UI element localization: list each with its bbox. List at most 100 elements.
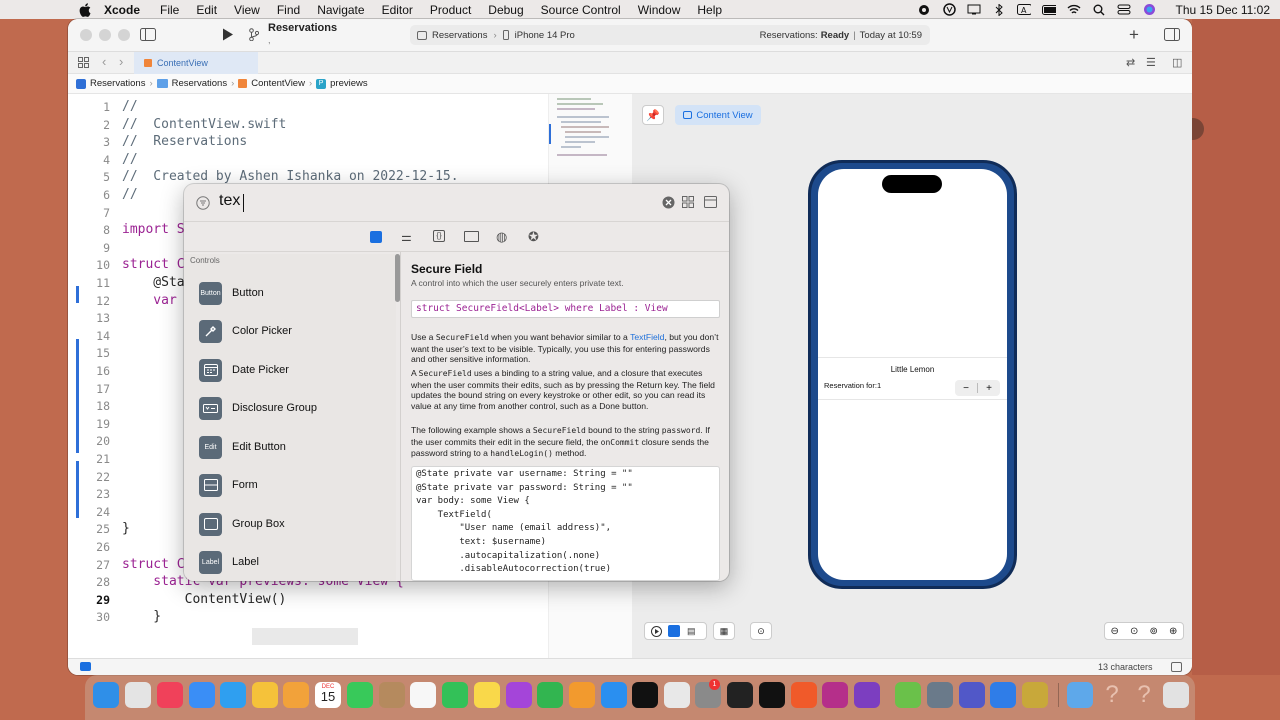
battery-icon[interactable] <box>1042 4 1057 15</box>
code-line[interactable]: } <box>122 609 161 624</box>
library-list[interactable]: Controls Button Button Color Picker Date … <box>184 254 400 581</box>
terminal-icon[interactable] <box>727 682 753 708</box>
code-line[interactable]: import S <box>122 222 185 237</box>
grid-view-icon[interactable] <box>682 196 694 211</box>
notes-icon[interactable] <box>474 682 500 708</box>
trash-icon[interactable] <box>1163 682 1189 708</box>
variants-button[interactable]: ▦ <box>713 622 735 640</box>
xcode-icon[interactable] <box>990 682 1016 708</box>
play-icon[interactable] <box>651 626 662 640</box>
list-item[interactable]: Edit Edit Button <box>199 434 286 460</box>
code-line[interactable]: // Created by Ashen Ishanka on 2022-12-1… <box>122 169 459 184</box>
tv-icon[interactable] <box>632 682 658 708</box>
visual-studio-icon[interactable] <box>854 682 880 708</box>
preview-selector[interactable]: Content View <box>675 105 761 125</box>
add-icon[interactable]: + <box>1129 25 1139 45</box>
bluetooth-icon[interactable] <box>992 3 1006 16</box>
menu-editor[interactable]: Editor <box>382 3 413 17</box>
editor-options-icon[interactable]: ☰ <box>1146 56 1156 69</box>
swap-icon[interactable]: ⇄ <box>1126 56 1135 69</box>
code-line[interactable]: } <box>122 521 130 536</box>
back-icon[interactable]: ‹ <box>102 54 106 69</box>
code-line[interactable]: struct C <box>122 257 185 272</box>
reminders-icon[interactable] <box>410 682 436 708</box>
help-icon[interactable]: ? <box>1099 682 1125 708</box>
menu-clock[interactable]: Thu 15 Dec 11:02 <box>1175 3 1270 17</box>
wifi-icon[interactable] <box>1067 4 1081 15</box>
device-settings-button[interactable]: ⊙ <box>750 622 772 640</box>
list-item[interactable]: Date Picker <box>199 357 289 383</box>
zoom-out-icon[interactable]: ⊖ <box>1111 626 1119 637</box>
debug-area-toggle-icon[interactable] <box>80 662 91 671</box>
destination-device[interactable]: iPhone 14 Pro <box>515 30 575 41</box>
breadcrumb-project[interactable]: Reservations <box>90 78 145 89</box>
clear-search-icon[interactable] <box>662 196 675 212</box>
control-center-icon[interactable] <box>1117 4 1131 15</box>
close-window-button[interactable] <box>80 29 92 41</box>
launchpad-icon[interactable] <box>125 682 151 708</box>
photos-icon[interactable] <box>283 682 309 708</box>
code-line[interactable]: // <box>122 99 138 114</box>
menu-edit[interactable]: Edit <box>196 3 217 17</box>
minimize-window-button[interactable] <box>99 29 111 41</box>
selectable-mode-icon[interactable] <box>668 625 680 637</box>
finder-icon[interactable] <box>93 682 119 708</box>
menu-navigate[interactable]: Navigate <box>317 3 364 17</box>
iterm-icon[interactable] <box>759 682 785 708</box>
list-item[interactable]: Disclosure Group <box>199 395 317 421</box>
images-tab-icon[interactable] <box>464 231 479 242</box>
stepper-minus-button[interactable]: − <box>955 383 977 394</box>
library-search-input[interactable]: tex <box>219 192 240 210</box>
menu-window[interactable]: Window <box>638 3 681 17</box>
pages-icon[interactable] <box>569 682 595 708</box>
zoom-in-icon[interactable]: ⊕ <box>1169 626 1177 637</box>
folder-icon[interactable] <box>1067 682 1093 708</box>
destination-scheme[interactable]: Reservations <box>432 30 487 41</box>
help-icon[interactable]: ? <box>1131 682 1157 708</box>
numbers-icon[interactable] <box>537 682 563 708</box>
calendar-icon[interactable]: DEC 15 <box>315 682 341 708</box>
code-line[interactable]: ContentView() <box>122 592 287 607</box>
code-line[interactable]: } <box>122 504 193 519</box>
record-icon[interactable] <box>917 4 931 15</box>
device-settings-icon[interactable]: ▤ <box>687 626 696 637</box>
code-line[interactable]: // <box>122 152 138 167</box>
inspector-toggle-icon[interactable] <box>1164 28 1180 44</box>
stepper-plus-button[interactable]: + <box>978 383 1000 394</box>
safari-icon[interactable] <box>220 682 246 708</box>
code-line[interactable]: // Reservations <box>122 134 247 149</box>
siri-icon[interactable] <box>1142 4 1156 15</box>
display-icon[interactable] <box>967 4 981 15</box>
pineapple-icon[interactable] <box>1022 682 1048 708</box>
menu-app-name[interactable]: Xcode <box>104 3 140 17</box>
zoom-100-icon[interactable]: ⊚ <box>1150 626 1158 637</box>
search-icon[interactable] <box>1092 4 1106 15</box>
zoom-window-button[interactable] <box>118 29 130 41</box>
contacts-icon[interactable] <box>379 682 405 708</box>
list-item[interactable]: Button Button <box>199 280 264 306</box>
scheme-title[interactable]: Reservations <box>268 22 337 34</box>
split-editor-icon[interactable]: ◫ <box>1172 56 1182 69</box>
related-items-icon[interactable] <box>78 57 89 71</box>
detail-view-icon[interactable] <box>704 196 717 211</box>
podcasts-icon[interactable] <box>506 682 532 708</box>
breadcrumb-symbol[interactable]: previews <box>330 78 368 89</box>
textfield-link[interactable]: TextField <box>630 332 664 342</box>
activity-area[interactable]: Reservations › iPhone 14 Pro Reservation… <box>410 25 930 45</box>
chrome-icon[interactable] <box>664 682 690 708</box>
input-source-icon[interactable]: A <box>1017 4 1032 15</box>
run-button[interactable] <box>222 28 234 44</box>
list-item[interactable]: Group Box <box>199 511 285 537</box>
apple-icon[interactable] <box>78 2 92 17</box>
breadcrumb-group[interactable]: Reservations <box>172 78 227 89</box>
code-line[interactable]: @Sta <box>122 275 184 290</box>
code-line[interactable]: var <box>122 293 177 308</box>
music-icon[interactable] <box>157 682 183 708</box>
menu-product[interactable]: Product <box>430 3 471 17</box>
menu-debug[interactable]: Debug <box>488 3 523 17</box>
list-item[interactable]: Form <box>199 472 258 498</box>
breadcrumb-file[interactable]: ContentView <box>251 78 305 89</box>
list-item[interactable]: Label Label <box>199 549 259 575</box>
menu-view[interactable]: View <box>234 3 260 17</box>
views-tab-icon[interactable] <box>370 231 382 243</box>
